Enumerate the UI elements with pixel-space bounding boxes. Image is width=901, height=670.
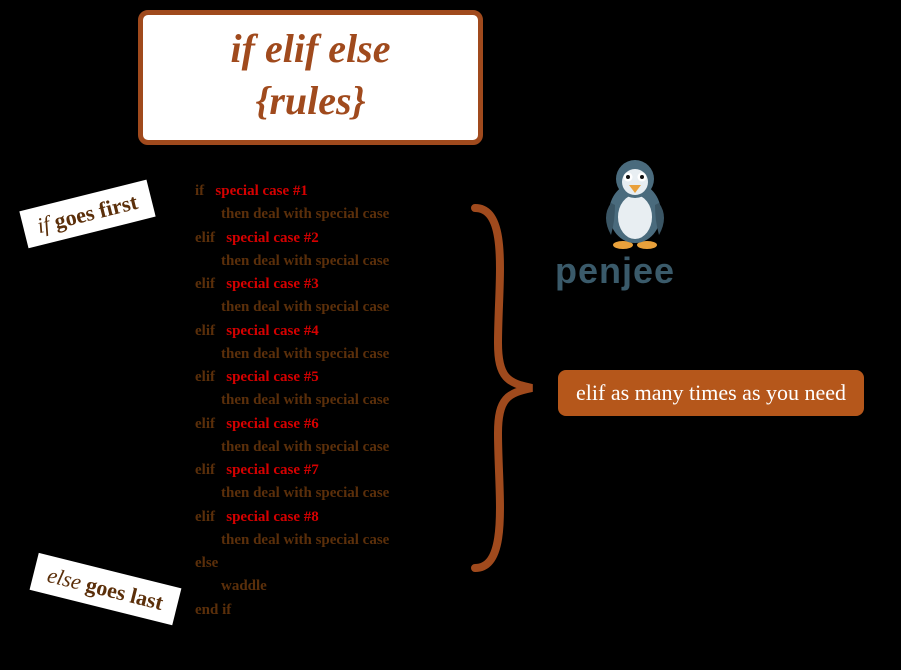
- curly-brace-icon: [460, 203, 540, 573]
- action-1: then deal with special case: [221, 203, 389, 226]
- cond-7: special case #7: [226, 462, 318, 478]
- cond-3: special case #3: [226, 276, 318, 292]
- label-else-rest: goes last: [78, 570, 166, 615]
- kw-elif-4: elif: [195, 323, 215, 339]
- kw-else: else: [195, 555, 218, 571]
- title-line2: {rules}: [143, 75, 478, 127]
- action-7: then deal with special case: [221, 482, 389, 505]
- penguin-icon: [595, 155, 675, 250]
- action-5: then deal with special case: [221, 389, 389, 412]
- logo-text: penjee: [555, 250, 675, 291]
- label-else-last: else goes last: [30, 553, 181, 625]
- action-8: then deal with special case: [221, 529, 389, 552]
- action-waddle: waddle: [221, 575, 389, 598]
- cond-6: special case #6: [226, 416, 318, 432]
- code-block: if special case #1 then deal with specia…: [195, 180, 389, 622]
- cond-4: special case #4: [226, 323, 318, 339]
- label-if-rest: goes first: [46, 189, 140, 235]
- action-4: then deal with special case: [221, 343, 389, 366]
- action-2: then deal with special case: [221, 250, 389, 273]
- title-line1: if elif else: [143, 23, 478, 75]
- kw-if: if: [195, 183, 204, 199]
- action-3: then deal with special case: [221, 296, 389, 319]
- kw-endif: end if: [195, 602, 231, 618]
- penjee-logo: penjee: [555, 250, 675, 292]
- kw-elif-3: elif: [195, 276, 215, 292]
- label-if-first: if goes first: [19, 180, 155, 248]
- elif-note-text: elif as many times as you need: [576, 380, 846, 405]
- cond-5: special case #5: [226, 369, 318, 385]
- kw-elif-6: elif: [195, 416, 215, 432]
- cond-1: special case #1: [215, 183, 307, 199]
- kw-elif-5: elif: [195, 369, 215, 385]
- elif-note-box: elif as many times as you need: [558, 370, 864, 416]
- kw-elif-2: elif: [195, 230, 215, 246]
- kw-elif-8: elif: [195, 509, 215, 525]
- title-box: if elif else {rules}: [138, 10, 483, 145]
- cond-8: special case #8: [226, 509, 318, 525]
- cond-2: special case #2: [226, 230, 318, 246]
- action-6: then deal with special case: [221, 436, 389, 459]
- kw-elif-7: elif: [195, 462, 215, 478]
